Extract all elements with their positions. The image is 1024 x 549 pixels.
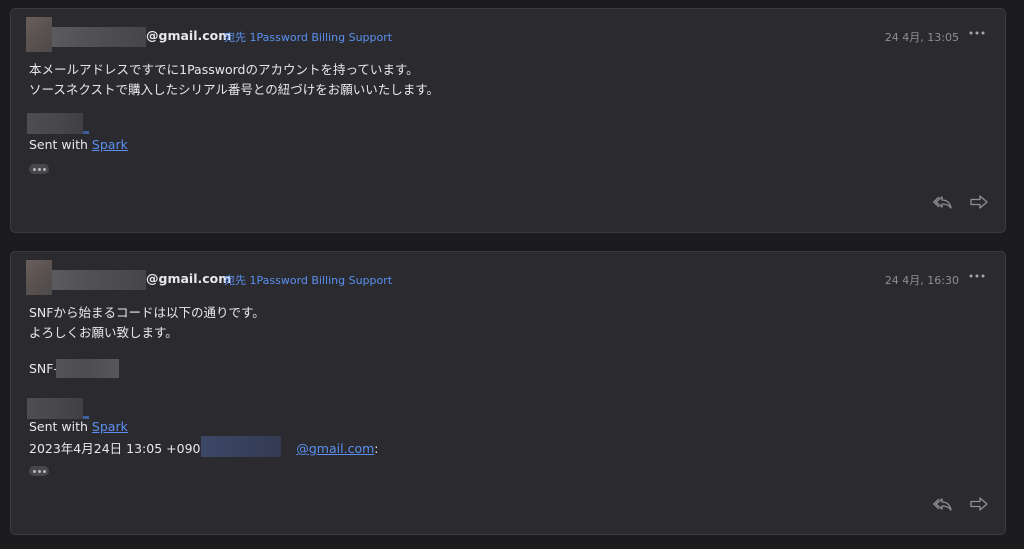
message-date: 24 4月, 16:30	[884, 274, 959, 287]
more-options-icon[interactable]	[969, 27, 985, 41]
quote-header-suffix: :	[374, 441, 379, 456]
signature: Sent with Spark	[29, 137, 128, 152]
recipient-label[interactable]: 宛先 1Password Billing Support	[224, 29, 392, 45]
message-header[interactable]: @gmail.com 宛先 1Password Billing Support …	[11, 252, 1005, 304]
redacted-sender-name	[52, 27, 146, 47]
message-header[interactable]: @gmail.com 宛先 1Password Billing Support …	[11, 9, 1005, 61]
show-quoted-text-button[interactable]	[29, 466, 49, 476]
spark-link[interactable]: Spark	[92, 137, 128, 152]
quote-header-email-link[interactable]: @gmail.com	[296, 441, 374, 456]
forward-icon[interactable]	[969, 194, 989, 210]
redacted-signature-name	[27, 113, 89, 134]
sender-avatar	[26, 260, 52, 295]
redacted-sender-name	[52, 270, 146, 290]
redacted-serial-code	[56, 359, 119, 378]
forward-icon[interactable]	[969, 496, 989, 512]
serial-code-prefix: SNF-	[29, 361, 58, 376]
sender-avatar	[26, 17, 52, 52]
sender-address: @gmail.com	[146, 28, 232, 43]
signature: Sent with Spark	[29, 419, 128, 434]
spark-link[interactable]: Spark	[92, 419, 128, 434]
show-quoted-text-button[interactable]	[29, 164, 49, 174]
body-line: 本メールアドレスですでに1Passwordのアカウントを持っています。	[29, 62, 419, 77]
redacted-quote-email	[201, 436, 281, 457]
sender-address: @gmail.com	[146, 271, 232, 286]
message-date: 24 4月, 13:05	[884, 31, 959, 44]
email-message-card[interactable]: @gmail.com 宛先 1Password Billing Support …	[10, 8, 1006, 233]
quote-header-date: 2023年4月24日 13:05 +0900,	[29, 441, 217, 456]
signature-prefix: Sent with	[29, 137, 92, 152]
redacted-signature-name	[27, 398, 89, 419]
reply-all-icon[interactable]	[933, 496, 953, 512]
signature-prefix: Sent with	[29, 419, 92, 434]
reply-all-icon[interactable]	[933, 194, 953, 210]
body-line: ソースネクストで購入したシリアル番号との紐づけをお願いいたします。	[29, 82, 440, 97]
recipient-label[interactable]: 宛先 1Password Billing Support	[224, 272, 392, 288]
body-line: よろしくお願い致します。	[29, 325, 178, 340]
more-options-icon[interactable]	[969, 270, 985, 284]
body-line: SNFから始まるコードは以下の通りです。	[29, 305, 265, 320]
email-message-card[interactable]: @gmail.com 宛先 1Password Billing Support …	[10, 251, 1006, 535]
